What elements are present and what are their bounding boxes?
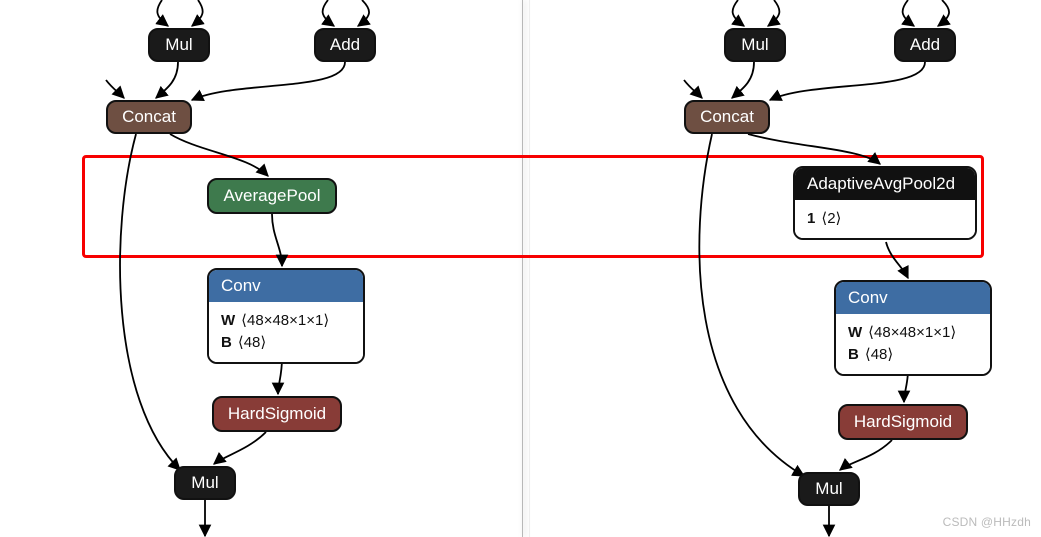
card-header: Conv bbox=[836, 282, 990, 314]
node-mul: Mul bbox=[148, 28, 210, 62]
param-label: B bbox=[848, 346, 859, 363]
node-conv: Conv W ⟨48×48×1×1⟩ B ⟨48⟩ bbox=[207, 268, 365, 364]
node-label: Mul bbox=[815, 479, 842, 499]
param-value: ⟨48×48×1×1⟩ bbox=[868, 324, 956, 341]
node-label: Add bbox=[330, 35, 360, 55]
node-label: Concat bbox=[122, 107, 176, 127]
node-label: Add bbox=[910, 35, 940, 55]
watermark: CSDN @HHzdh bbox=[943, 515, 1031, 529]
card-title: Conv bbox=[848, 288, 888, 307]
node-add: Add bbox=[314, 28, 376, 62]
param-value: ⟨48×48×1×1⟩ bbox=[241, 312, 329, 329]
node-mul: Mul bbox=[724, 28, 786, 62]
card-body: W ⟨48×48×1×1⟩ B ⟨48⟩ bbox=[836, 314, 990, 374]
param-label: 1 bbox=[807, 210, 815, 227]
node-label: Mul bbox=[191, 473, 218, 493]
split-divider bbox=[522, 0, 530, 537]
node-label: HardSigmoid bbox=[854, 412, 952, 432]
param-label: W bbox=[848, 324, 862, 341]
node-concat: Concat bbox=[106, 100, 192, 134]
node-hardsigmoid: HardSigmoid bbox=[212, 396, 342, 432]
card-body: 1 ⟨2⟩ bbox=[795, 200, 975, 238]
card-body: W ⟨48×48×1×1⟩ B ⟨48⟩ bbox=[209, 302, 363, 362]
param-value: ⟨48⟩ bbox=[865, 346, 893, 363]
node-label: Mul bbox=[741, 35, 768, 55]
card-title: AdaptiveAvgPool2d bbox=[807, 174, 955, 193]
node-mul: Mul bbox=[174, 466, 236, 500]
param-value: ⟨2⟩ bbox=[821, 210, 841, 227]
card-header: Conv bbox=[209, 270, 363, 302]
node-averagepool: AveragePool bbox=[207, 178, 337, 214]
param-label: B bbox=[221, 334, 232, 351]
param-label: W bbox=[221, 312, 235, 329]
node-adaptiveavgpool2d: AdaptiveAvgPool2d 1 ⟨2⟩ bbox=[793, 166, 977, 240]
node-mul: Mul bbox=[798, 472, 860, 506]
node-label: AveragePool bbox=[223, 186, 320, 206]
watermark-text: CSDN @HHzdh bbox=[943, 515, 1031, 529]
node-concat: Concat bbox=[684, 100, 770, 134]
param-value: ⟨48⟩ bbox=[238, 334, 266, 351]
node-conv: Conv W ⟨48×48×1×1⟩ B ⟨48⟩ bbox=[834, 280, 992, 376]
node-add: Add bbox=[894, 28, 956, 62]
node-label: HardSigmoid bbox=[228, 404, 326, 424]
node-label: Mul bbox=[165, 35, 192, 55]
card-title: Conv bbox=[221, 276, 261, 295]
node-label: Concat bbox=[700, 107, 754, 127]
card-header: AdaptiveAvgPool2d bbox=[795, 168, 975, 200]
node-hardsigmoid: HardSigmoid bbox=[838, 404, 968, 440]
